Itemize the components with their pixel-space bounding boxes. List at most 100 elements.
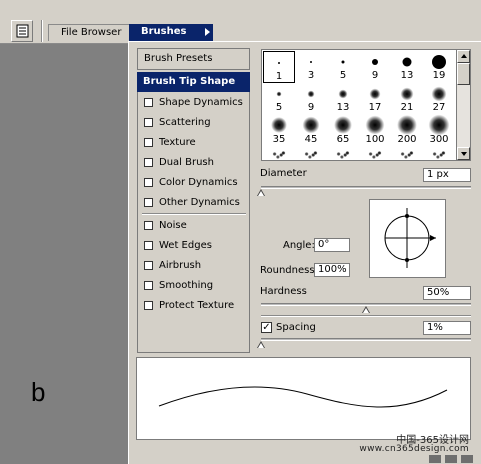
checkbox[interactable] <box>144 97 153 107</box>
separator <box>41 20 43 42</box>
brush-tip-preview-icon <box>365 115 385 135</box>
brush-tip-preview-icon <box>400 87 414 101</box>
option-wet-edges[interactable]: Wet Edges <box>144 237 212 253</box>
option-color-dynamics[interactable]: Color Dynamics <box>144 174 238 190</box>
checkbox[interactable] <box>144 177 153 187</box>
tab-file-browser[interactable]: File Browser <box>48 24 130 41</box>
spacing-label: Spacing <box>276 322 316 333</box>
palette-menu-arrow-icon[interactable] <box>205 28 210 36</box>
option-protect-texture[interactable]: Protect Texture <box>144 297 234 313</box>
brush-tip[interactable]: 5 <box>263 83 295 115</box>
checkbox[interactable] <box>144 197 153 207</box>
brush-tip[interactable]: 200 <box>391 115 423 147</box>
brush-tip-grid[interactable]: 1 3 5 9 13 19 5 9 13 17 21 27 35 45 65 1… <box>261 49 457 161</box>
brush-tip-preview-icon <box>397 115 417 135</box>
diameter-slider[interactable] <box>261 186 471 189</box>
trash-icon[interactable] <box>461 455 473 463</box>
brush-tip[interactable]: 35 <box>263 115 295 147</box>
brush-tip-preview-icon <box>310 61 312 63</box>
option-other-dynamics[interactable]: Other Dynamics <box>144 194 240 210</box>
brush-tip[interactable]: 5 <box>327 51 359 83</box>
brush-size-label: 21 <box>400 102 414 113</box>
spatter-brush-icon[interactable] <box>300 150 322 160</box>
brush-tip-preview-icon <box>431 86 447 102</box>
spatter-brush-icon[interactable] <box>332 150 354 160</box>
brush-size-label: 17 <box>368 102 382 113</box>
checkbox[interactable] <box>144 220 153 230</box>
checkbox[interactable] <box>144 240 153 250</box>
brush-tip-preview-icon <box>432 55 446 69</box>
stroke-preview-curve-icon <box>158 386 448 408</box>
brush-size-label: 9 <box>307 102 315 113</box>
brush-presets-item[interactable]: Brush Presets <box>137 48 250 70</box>
spacing-input[interactable]: 1% <box>423 321 471 335</box>
option-scattering[interactable]: Scattering <box>144 114 211 130</box>
brush-size-label: 27 <box>432 102 446 113</box>
brush-grid-scrollbar[interactable] <box>457 49 471 161</box>
option-label: Other Dynamics <box>159 196 240 208</box>
hardness-input[interactable]: 50% <box>423 286 471 300</box>
spatter-brush-icon[interactable] <box>364 150 386 160</box>
option-texture[interactable]: Texture <box>144 134 196 150</box>
brush-tip[interactable]: 13 <box>327 83 359 115</box>
option-airbrush[interactable]: Airbrush <box>144 257 201 273</box>
tab-brushes[interactable]: Brushes <box>129 24 213 41</box>
brush-tip[interactable]: 19 <box>423 51 455 83</box>
spatter-brush-icon[interactable] <box>396 150 418 160</box>
brush-tip[interactable]: 45 <box>295 115 327 147</box>
brush-tip[interactable]: 27 <box>423 83 455 115</box>
option-smoothing[interactable]: Smoothing <box>144 277 213 293</box>
brush-icon[interactable] <box>429 455 441 463</box>
brush-tip[interactable]: 13 <box>391 51 423 83</box>
brush-tip[interactable]: 17 <box>359 83 391 115</box>
brush-tip[interactable]: 9 <box>359 51 391 83</box>
brush-size-label: 65 <box>336 134 350 145</box>
brush-tip-preview-icon <box>338 89 348 99</box>
checkbox[interactable] <box>144 137 153 147</box>
brush-settings-list: Brush Presets Brush Tip Shape Shape Dyna… <box>137 48 250 353</box>
divider <box>261 315 471 317</box>
angle-roundness-widget[interactable] <box>369 199 446 278</box>
option-noise[interactable]: Noise <box>144 217 187 233</box>
hardness-slider-knob[interactable] <box>362 306 370 314</box>
diameter-input[interactable]: 1 px <box>423 168 471 182</box>
brush-tip[interactable]: 100 <box>359 115 391 147</box>
scroll-thumb[interactable] <box>457 63 470 85</box>
spacing-checkbox[interactable]: ✓ <box>261 322 272 333</box>
option-shape-dynamics[interactable]: Shape Dynamics <box>144 94 243 110</box>
checkbox[interactable] <box>144 260 153 270</box>
brush-tip[interactable]: 3 <box>295 51 327 83</box>
checkbox[interactable] <box>144 117 153 127</box>
new-preset-icon[interactable] <box>445 455 457 463</box>
checkbox[interactable] <box>144 157 153 167</box>
option-label: Wet Edges <box>159 239 212 251</box>
brush-size-label: 1 <box>275 71 283 82</box>
diameter-slider-knob[interactable] <box>257 189 265 197</box>
brush-size-label: 13 <box>400 70 414 81</box>
brush-tip-shape-item[interactable]: Brush Tip Shape <box>137 72 250 92</box>
watermark-url: www.cn365design.com <box>359 444 469 454</box>
checkbox[interactable] <box>144 300 153 310</box>
brush-size-label: 100 <box>365 134 385 145</box>
option-label: Protect Texture <box>159 299 235 311</box>
scroll-down-icon[interactable] <box>457 147 470 160</box>
brush-tip[interactable]: 65 <box>327 115 359 147</box>
brush-tip[interactable]: 21 <box>391 83 423 115</box>
option-label: Airbrush <box>159 259 202 271</box>
spacing-slider-knob[interactable] <box>257 341 265 349</box>
spacing-slider[interactable] <box>261 338 471 341</box>
spatter-brush-icon[interactable] <box>268 150 290 160</box>
spatter-brush-icon[interactable] <box>428 150 450 160</box>
angle-input[interactable]: 0° <box>314 238 350 252</box>
scroll-up-icon[interactable] <box>457 50 470 63</box>
roundness-input[interactable]: 100% <box>314 263 350 277</box>
brush-tip-preview-icon <box>334 116 352 134</box>
brush-tip[interactable]: 1 <box>263 51 295 83</box>
brush-tip[interactable]: 300 <box>423 114 455 147</box>
palette-well-menu-button[interactable] <box>11 20 33 42</box>
brush-tip[interactable]: 9 <box>295 83 327 115</box>
divider <box>142 213 246 215</box>
overlay-letter: b <box>31 377 46 407</box>
option-dual-brush[interactable]: Dual Brush <box>144 154 214 170</box>
checkbox[interactable] <box>144 280 153 290</box>
